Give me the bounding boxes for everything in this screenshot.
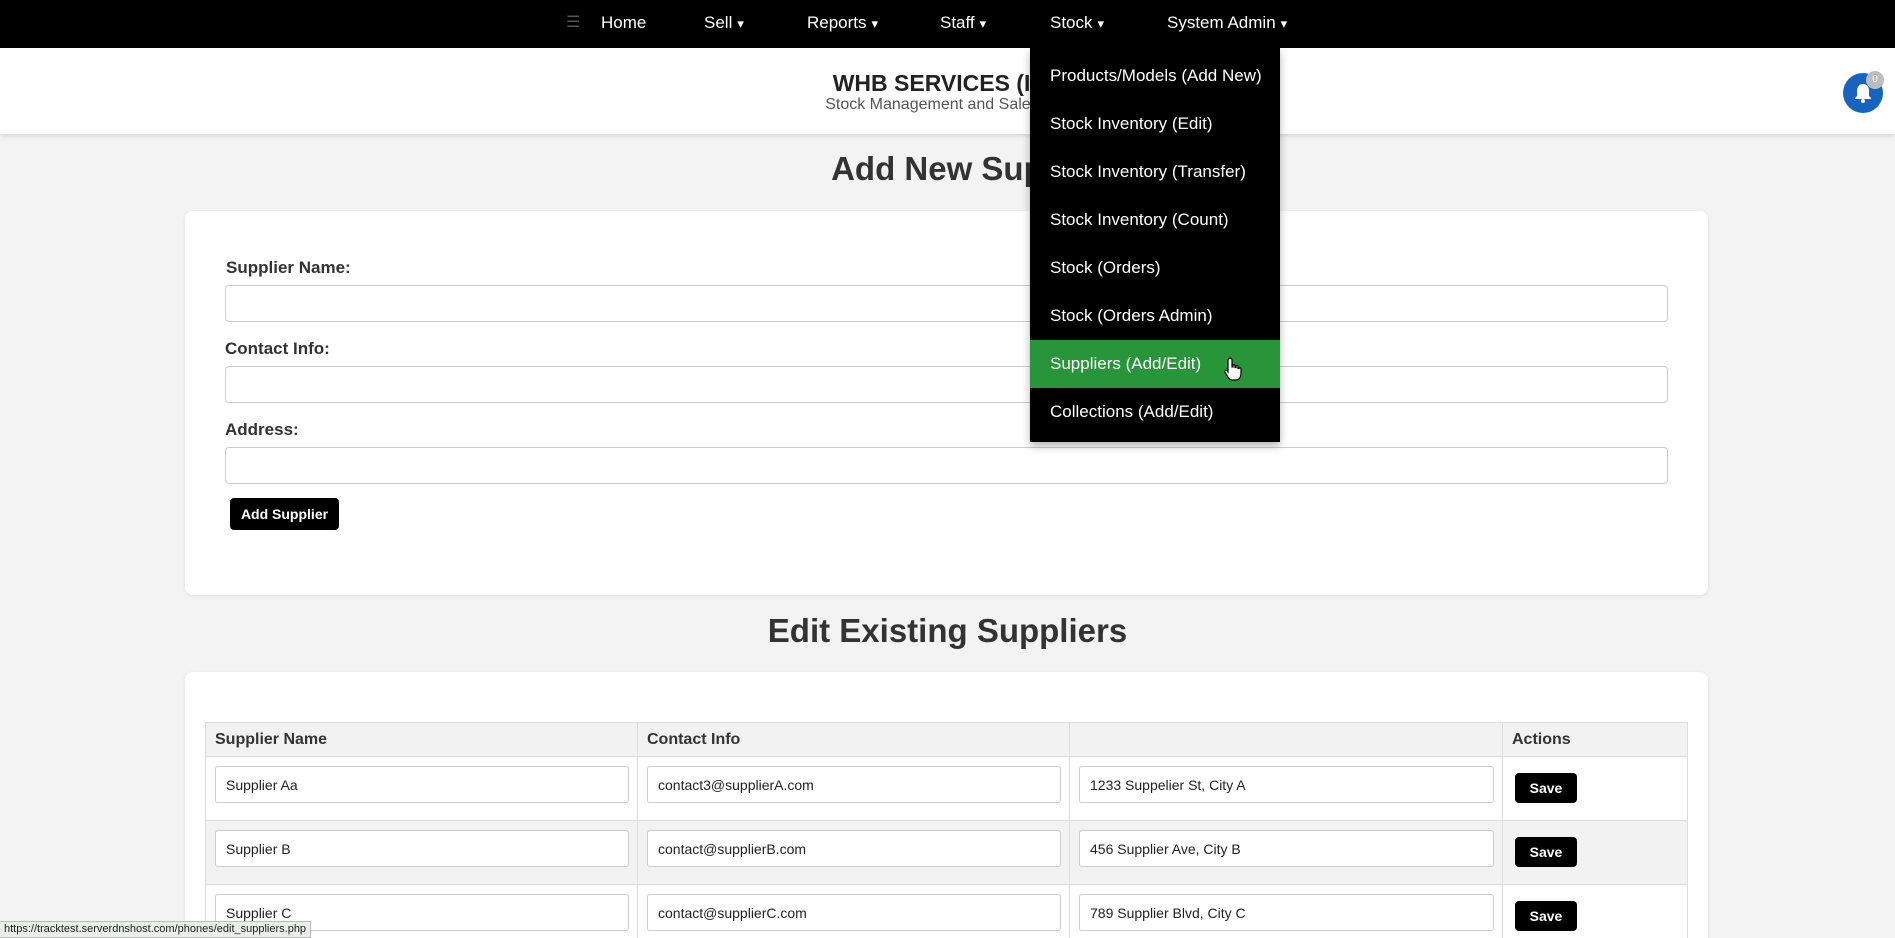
nav-home[interactable]: Home (601, 0, 646, 48)
address-label: Address: (225, 420, 299, 439)
column-header-contact-info: Contact Info (637, 722, 1070, 757)
nav-staff[interactable]: Staff ▾ (940, 0, 986, 48)
top-navbar: ☰ Home Sell ▾ Reports ▾ Staff ▾ Stock ▾ Syst… (0, 0, 1895, 48)
nav-stock[interactable]: Stock ▾ (1050, 0, 1104, 48)
table-row: Save (205, 885, 1688, 938)
caret-down-icon: ▾ (1097, 16, 1105, 31)
address-input[interactable] (225, 447, 1668, 484)
menu-item-stock-inventory-edit[interactable]: Stock Inventory (Edit) (1030, 100, 1280, 148)
menu-item-products-models[interactable]: Products/Models (Add New) (1030, 52, 1280, 100)
column-header-supplier-name: Supplier Name (205, 722, 638, 757)
nav-reports-label: Reports (807, 13, 867, 32)
hand-pointer-cursor-icon (1224, 357, 1242, 381)
row-supplier-name-input[interactable] (215, 830, 629, 867)
column-header-actions: Actions (1502, 722, 1688, 757)
contact-info-label: Contact Info: (225, 339, 330, 358)
cell-divider (1502, 885, 1503, 938)
nav-reports[interactable]: Reports ▾ (807, 0, 878, 48)
table-row: Save (205, 757, 1688, 821)
menu-item-stock-inventory-count[interactable]: Stock Inventory (Count) (1030, 196, 1280, 244)
add-supplier-heading: Add New Supp (831, 150, 1064, 187)
nav-stock-label: Stock (1050, 13, 1093, 32)
menu-item-stock-orders[interactable]: Stock (Orders) (1030, 244, 1280, 292)
cell-divider (637, 821, 638, 885)
nav-sell-label: Sell (704, 13, 733, 32)
cell-divider (1069, 821, 1070, 885)
save-button[interactable]: Save (1515, 773, 1577, 803)
cell-divider (1502, 757, 1503, 821)
cell-divider (637, 757, 638, 821)
hamburger-icon[interactable]: ☰ (566, 14, 580, 32)
cell-divider (637, 885, 638, 938)
supplier-name-label: Supplier Name: (226, 258, 351, 277)
caret-down-icon: ▾ (1280, 16, 1288, 31)
nav-sell[interactable]: Sell ▾ (704, 0, 744, 48)
row-contact-info-input[interactable] (647, 894, 1061, 931)
row-supplier-name-input[interactable] (215, 766, 629, 803)
supplier-name-input[interactable] (225, 285, 1668, 322)
save-button[interactable]: Save (1515, 901, 1577, 931)
stock-dropdown-menu: Products/Models (Add New) Stock Inventor… (1030, 48, 1280, 442)
page-header: WHB SERVICES (IRE Stock Management and S… (0, 48, 1895, 134)
row-address-input[interactable] (1079, 766, 1494, 803)
row-contact-info-input[interactable] (647, 766, 1061, 803)
nav-home-label: Home (601, 13, 647, 32)
caret-down-icon: ▾ (979, 16, 987, 31)
nav-system-admin[interactable]: System Admin ▾ (1167, 0, 1287, 48)
caret-down-icon: ▾ (737, 16, 744, 31)
company-subtitle: Stock Management and Sales Sys (825, 96, 1070, 113)
edit-suppliers-heading: Edit Existing Suppliers (767, 612, 1128, 649)
save-button[interactable]: Save (1515, 837, 1577, 867)
notification-count-badge: 0 (1866, 71, 1884, 89)
cell-divider (1069, 757, 1070, 821)
cell-divider (1502, 821, 1503, 885)
table-row: Save (205, 821, 1688, 885)
menu-item-stock-inventory-transfer[interactable]: Stock Inventory (Transfer) (1030, 148, 1280, 196)
cell-divider (1069, 885, 1070, 938)
row-address-input[interactable] (1079, 894, 1494, 931)
menu-item-suppliers[interactable]: Suppliers (Add/Edit) (1030, 340, 1280, 388)
row-contact-info-input[interactable] (647, 830, 1061, 867)
add-supplier-card (185, 211, 1708, 595)
caret-down-icon: ▾ (871, 16, 879, 31)
company-title: WHB SERVICES (IRE (832, 70, 1063, 96)
menu-item-stock-orders-admin[interactable]: Stock (Orders Admin) (1030, 292, 1280, 340)
column-header-address (1069, 722, 1503, 757)
nav-system-admin-label: System Admin (1167, 13, 1276, 32)
contact-info-input[interactable] (225, 366, 1668, 403)
add-supplier-button[interactable]: Add Supplier (230, 498, 339, 530)
browser-status-url: https://tracktest.serverdnshost.com/phon… (0, 921, 312, 938)
nav-staff-label: Staff (940, 13, 975, 32)
row-address-input[interactable] (1079, 830, 1494, 867)
menu-item-collections[interactable]: Collections (Add/Edit) (1030, 388, 1280, 436)
